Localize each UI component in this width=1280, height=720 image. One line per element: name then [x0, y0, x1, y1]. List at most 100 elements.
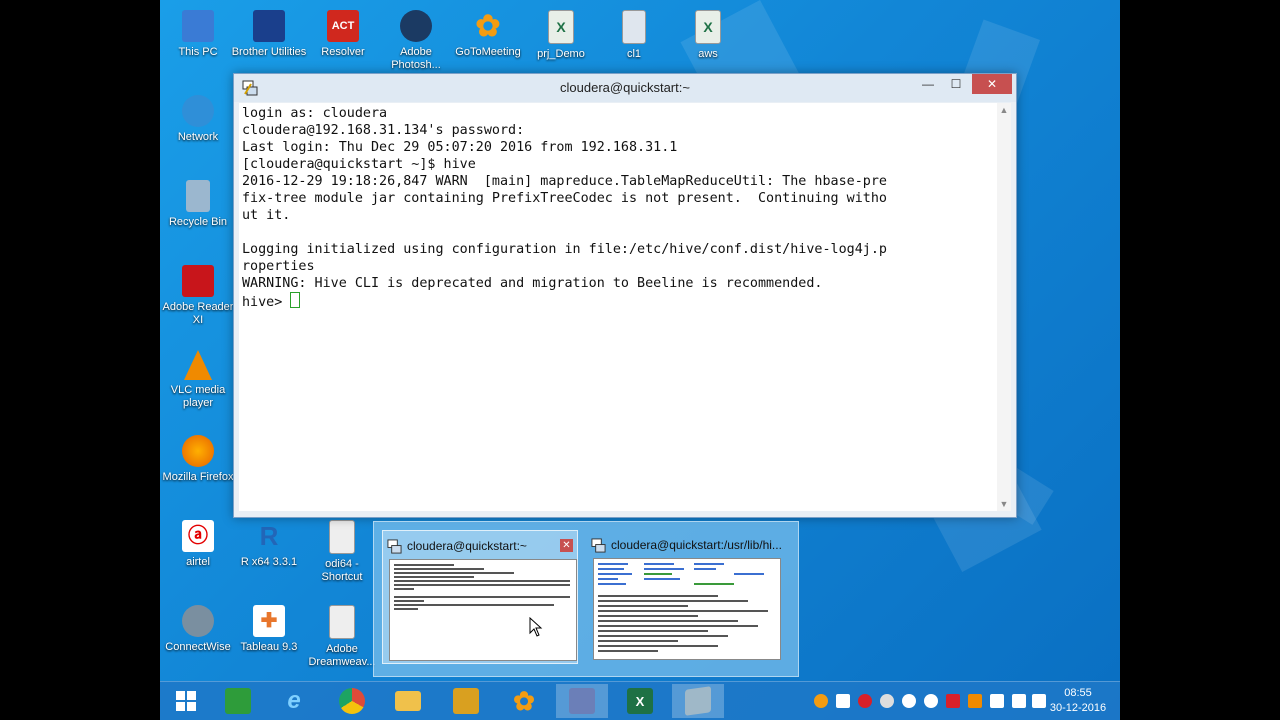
chrome-icon: [339, 688, 365, 714]
minimize-button[interactable]: —: [914, 74, 942, 94]
window-titlebar[interactable]: cloudera@quickstart:~ — ☐ ✕: [234, 74, 1016, 102]
maximize-button[interactable]: ☐: [942, 74, 970, 94]
taskbar-chrome[interactable]: [326, 684, 378, 718]
text-cursor: [290, 292, 301, 308]
desktop-icon-resolver[interactable]: ACT Resolver: [305, 4, 381, 59]
desktop-icon-label: Adobe Photosh...: [391, 46, 441, 71]
start-button[interactable]: [160, 684, 212, 718]
desktop-icon-dreamweaver[interactable]: Adobe Dreamweav...: [304, 599, 380, 669]
settings-tray-icon[interactable]: [880, 694, 894, 708]
terminal-prompt-line[interactable]: hive>: [242, 292, 997, 311]
desktop-icon-connectwise[interactable]: ConnectWise: [160, 599, 236, 654]
vlc-icon: [184, 350, 212, 380]
desktop-icon-label: Adobe Dreamweav...: [308, 643, 376, 668]
desktop-icon-label: This PC: [178, 46, 218, 58]
desktop-icon-gotomeeting[interactable]: ✿ GoToMeeting: [450, 4, 526, 59]
taskbar-store[interactable]: [212, 684, 264, 718]
network-icon: [182, 95, 214, 127]
thumbnail-window-2[interactable]: cloudera@quickstart:/usr/lib/hi...: [587, 530, 781, 662]
desktop-icon-adobe-reader[interactable]: Adobe Reader XI: [160, 259, 236, 327]
desktop-icon-label: Adobe Reader XI: [162, 301, 234, 326]
terminal-line: WARNING: Hive CLI is deprecated and migr…: [242, 276, 823, 291]
volume-icon[interactable]: [836, 694, 850, 708]
desktop-icon-vlc[interactable]: VLC media player: [160, 344, 236, 410]
terminal-line: fix-tree module jar containing PrefixTre…: [242, 191, 887, 206]
taskbar-notes[interactable]: [672, 684, 724, 718]
network-tray-icon[interactable]: [1012, 694, 1026, 708]
mouse-pointer-icon: [529, 617, 543, 637]
thumbnail-title: cloudera@quickstart:/usr/lib/hi...: [611, 538, 781, 552]
desktop-icon-r[interactable]: R R x64 3.3.1: [231, 514, 307, 569]
terminal-output[interactable]: login as: cloudera cloudera@192.168.31.13…: [239, 103, 997, 511]
desktop-icon-brother-utilities[interactable]: Brother Utilities: [231, 4, 307, 59]
vertical-scrollbar[interactable]: ▲ ▼: [997, 103, 1011, 511]
taskbar-network-tool[interactable]: [440, 684, 492, 718]
close-button[interactable]: ✕: [972, 74, 1012, 94]
desktop-icon-label: ConnectWise: [165, 641, 231, 653]
computer-icon: [182, 10, 214, 42]
file-icon: [622, 10, 646, 44]
ccleaner-icon[interactable]: [946, 694, 960, 708]
system-tray: 08:55 30-12-2016: [810, 682, 1120, 720]
desktop-icon-firefox[interactable]: Mozilla Firefox: [160, 429, 236, 484]
desktop-icon-recycle-bin[interactable]: Recycle Bin: [160, 174, 236, 229]
desktop: This PC Network Recycle Bin Adobe Reader…: [160, 0, 1120, 720]
airtel-icon: ⓐ: [182, 520, 214, 552]
gotomeeting-icon: ✿: [475, 9, 501, 43]
clock-time: 08:55: [1064, 687, 1092, 699]
scroll-down-arrow-icon[interactable]: ▼: [997, 497, 1011, 511]
desktop-icon-label: Resolver: [321, 46, 365, 58]
connectwise-icon: [182, 605, 214, 637]
dreamweaver-icon: [329, 605, 355, 639]
taskbar-putty[interactable]: [556, 684, 608, 718]
putty-window[interactable]: cloudera@quickstart:~ — ☐ ✕ login as: cl…: [233, 73, 1017, 518]
thumbnail-close-button[interactable]: ✕: [560, 539, 573, 552]
terminal-line: [cloudera@quickstart ~]$ hive: [242, 157, 476, 172]
taskbar-internet-explorer[interactable]: e: [268, 684, 320, 718]
java-icon[interactable]: [968, 694, 982, 708]
taskbar: e ✿ X 08:55 30-12-2016: [160, 681, 1120, 720]
desktop-icon-network[interactable]: Network: [160, 89, 236, 144]
beats-icon[interactable]: [858, 694, 872, 708]
network-tool-icon: [453, 688, 479, 714]
desktop-icon-label: prj_Demo: [537, 48, 585, 60]
desktop-icon-tableau[interactable]: ✚ Tableau 9.3: [231, 599, 307, 654]
gotomeeting-tray-icon[interactable]: [814, 694, 828, 708]
desktop-icon-label: GoToMeeting: [455, 46, 521, 58]
update-icon[interactable]: [924, 694, 938, 708]
hive-prompt: hive>: [242, 295, 291, 310]
thumbnail-window-1[interactable]: cloudera@quickstart:~ ✕: [382, 530, 578, 664]
desktop-icon-label: Brother Utilities: [231, 46, 307, 58]
desktop-icon-label: VLC media player: [170, 384, 226, 409]
putty-icon: [242, 80, 258, 96]
flag-icon[interactable]: [990, 694, 1004, 708]
internet-explorer-tray-icon[interactable]: [902, 694, 916, 708]
desktop-icon-airtel[interactable]: ⓐ airtel: [160, 514, 236, 569]
terminal-line: Logging initialized using configuration …: [242, 242, 887, 257]
desktop-icon-label: Network: [177, 131, 219, 143]
desktop-icon-prj-demo[interactable]: X prj_Demo: [523, 4, 599, 61]
folder-icon: [395, 691, 421, 711]
terminal-line: 2016-12-29 19:18:26,847 WARN [main] mapr…: [242, 174, 887, 189]
taskbar-excel[interactable]: X: [614, 684, 666, 718]
r-icon: R: [259, 520, 279, 551]
desktop-icon-cl1[interactable]: cl1: [596, 4, 672, 61]
terminal-line: roperties: [242, 259, 315, 274]
clock[interactable]: 08:55 30-12-2016: [1048, 686, 1108, 716]
desktop-icon-label: R x64 3.3.1: [240, 556, 298, 568]
desktop-icon-odi[interactable]: odi64 - Shortcut: [304, 514, 380, 584]
desktop-icon-photoshop[interactable]: Adobe Photosh...: [378, 4, 454, 72]
taskbar-file-explorer[interactable]: [382, 684, 434, 718]
excel-file-icon: X: [695, 10, 721, 44]
taskbar-gotomeeting[interactable]: ✿: [498, 684, 550, 718]
desktop-icon-this-pc[interactable]: This PC: [160, 4, 236, 59]
terminal-line: login as: cloudera: [242, 106, 388, 121]
scroll-up-arrow-icon[interactable]: ▲: [997, 103, 1011, 117]
terminal-line: cloudera@192.168.31.134's password:: [242, 123, 525, 138]
keyboard-icon[interactable]: [1032, 694, 1046, 708]
desktop-icon-label: aws: [698, 48, 718, 60]
desktop-icon-aws[interactable]: X aws: [670, 4, 746, 61]
desktop-icon-label: Mozilla Firefox: [162, 471, 234, 483]
putty-icon: [387, 539, 402, 554]
